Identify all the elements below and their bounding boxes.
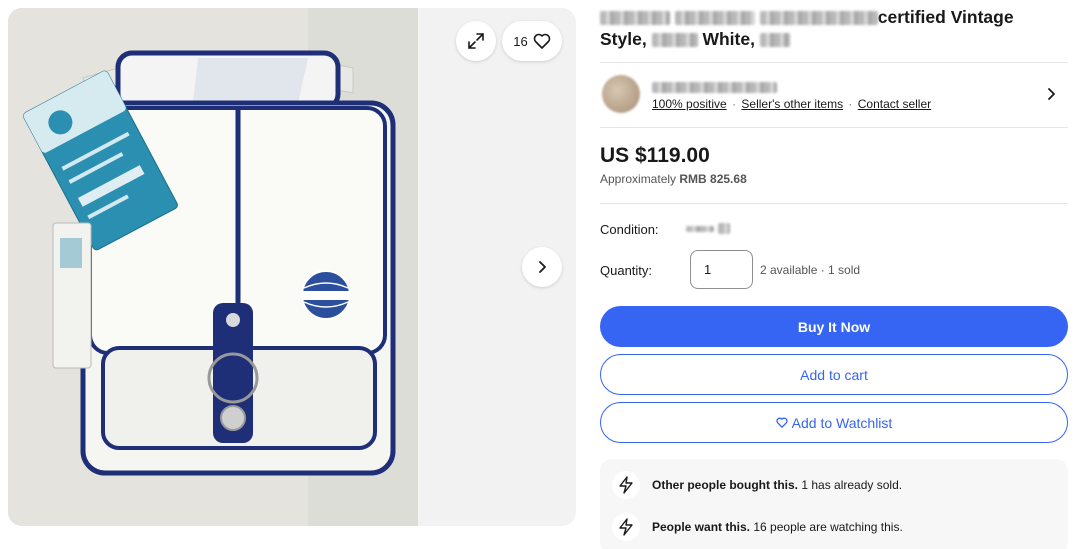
watch-count: 16 (513, 33, 528, 49)
condition-value (686, 220, 731, 238)
title-part-3: White, (702, 29, 755, 49)
seller-other-items-link[interactable]: Seller's other items (741, 97, 843, 111)
add-to-watchlist-button[interactable]: Add to Watchlist (600, 402, 1068, 443)
contact-seller-link[interactable]: Contact seller (858, 97, 931, 111)
heart-icon (533, 33, 551, 49)
separator: · (848, 97, 853, 111)
seller-name[interactable] (652, 79, 777, 97)
listing-title: certified Vintage Style, White, (600, 6, 1060, 50)
approx-prefix: Approximately (600, 172, 677, 186)
redacted-text (674, 11, 755, 26)
redacted-text (600, 11, 670, 26)
seller-feedback-link[interactable]: 100% positive (652, 97, 727, 111)
condition-label: Condition: (600, 222, 659, 237)
product-photo[interactable] (8, 8, 418, 526)
title-part-1: certified Vintage (877, 7, 1014, 27)
add-to-watchlist-label: Add to Watchlist (791, 414, 893, 431)
chevron-right-icon[interactable] (1042, 85, 1060, 103)
redacted-text (759, 11, 878, 26)
chevron-right-icon (539, 261, 546, 273)
signal-item: Other people bought this. 1 has already … (612, 471, 902, 499)
redacted-text (759, 33, 790, 48)
price: US $119.00 (600, 144, 710, 167)
signal-headline: Other people bought this. (652, 478, 798, 492)
redacted-text (686, 225, 714, 232)
title-part-2: Style, (600, 29, 647, 49)
buy-it-now-button[interactable]: Buy It Now (600, 306, 1068, 347)
add-to-cart-label: Add to cart (800, 366, 868, 383)
expand-icon (468, 33, 484, 49)
quantity-label: Quantity: (600, 263, 653, 278)
urgency-signals: Other people bought this. 1 has already … (600, 459, 1068, 549)
buy-it-now-label: Buy It Now (797, 318, 871, 335)
heart-icon (776, 417, 788, 428)
approx-price: Approximately RMB 825.68 (600, 172, 747, 186)
expand-button[interactable] (456, 21, 496, 61)
watch-count-button[interactable]: 16 (502, 21, 562, 61)
redacted-text (718, 223, 731, 235)
signal-detail: 1 has already sold. (801, 478, 903, 492)
add-to-cart-button[interactable]: Add to cart (600, 354, 1068, 395)
seller-avatar (602, 75, 640, 113)
bag-illustration (8, 8, 418, 526)
image-gallery: 16 (8, 8, 576, 526)
seller-links: 100% positive · Seller's other items · C… (652, 97, 931, 111)
approx-value: RMB 825.68 (679, 172, 747, 186)
quantity-input[interactable] (690, 250, 753, 289)
redacted-text (651, 33, 698, 48)
next-image-button[interactable] (522, 247, 562, 287)
quantity-availability: 2 available · 1 sold (760, 263, 861, 277)
redacted-text (652, 82, 777, 94)
signal-detail: 16 people are watching this. (753, 520, 903, 534)
seller-card[interactable]: 100% positive · Seller's other items · C… (600, 62, 1068, 128)
signal-item: People want this. 16 people are watching… (612, 513, 903, 541)
separator: · (732, 97, 737, 111)
lightning-icon (612, 471, 640, 499)
divider (600, 203, 1068, 204)
signal-headline: People want this. (652, 520, 751, 534)
lightning-icon (612, 513, 640, 541)
